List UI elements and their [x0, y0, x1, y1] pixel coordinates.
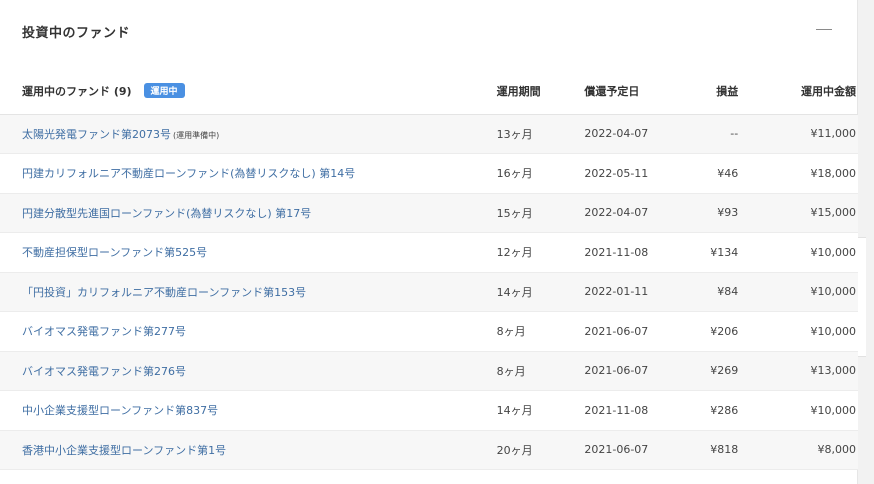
- table-row: 太陽光発電ファンド第2073号 (運用準備中) 13ヶ月 2022-04-07 -…: [0, 114, 858, 154]
- table-row: 香港中小企業支援型ローンファンド第1号 20ヶ月 2021-06-07 ¥818…: [0, 430, 858, 470]
- fund-link[interactable]: バイオマス発電ファンド第277号: [22, 325, 186, 338]
- minus-icon[interactable]: [816, 22, 834, 38]
- profit-cell: --: [683, 114, 739, 154]
- amount-cell: ¥10,000: [738, 232, 858, 273]
- date-cell: 2022-04-07: [584, 193, 684, 233]
- amount-cell: ¥10,000: [738, 311, 858, 352]
- profit-cell: ¥84: [683, 272, 739, 312]
- status-badge: 運用中: [143, 82, 185, 98]
- funds-table: 運用中のファンド (9) 運用中 運用期間 償還予定日 損益 運用中金額 太陽光発…: [0, 68, 858, 470]
- period-cell: 12ヶ月: [496, 232, 585, 273]
- amount-cell: ¥15,000: [738, 193, 858, 233]
- fund-name-cell: 中小企業支援型ローンファンド第837号: [0, 390, 497, 431]
- fund-name-cell: 円建カリフォルニア不動産ローンファンド(為替リスクなし) 第14号: [0, 153, 497, 194]
- date-cell: 2022-04-07: [584, 114, 684, 154]
- profit-cell: ¥93: [683, 193, 739, 233]
- period-cell: 8ヶ月: [496, 311, 585, 352]
- fund-name-cell: 不動産担保型ローンファンド第525号: [0, 232, 497, 273]
- header-fund-name-label: 運用中のファンド (9): [22, 84, 132, 98]
- date-cell: 2021-06-07: [584, 351, 684, 391]
- amount-cell: ¥10,000: [738, 390, 858, 431]
- adjacent-card-edge: [858, 237, 866, 357]
- period-cell: 16ヶ月: [496, 153, 585, 194]
- fund-name-cell: 香港中小企業支援型ローンファンド第1号: [0, 430, 497, 470]
- profit-cell: ¥286: [683, 390, 739, 431]
- profit-cell: ¥206: [683, 311, 739, 352]
- fund-link[interactable]: 中小企業支援型ローンファンド第837号: [22, 404, 218, 417]
- profit-cell: ¥269: [683, 351, 739, 391]
- period-cell: 14ヶ月: [496, 390, 585, 431]
- date-cell: 2022-05-11: [584, 153, 684, 194]
- date-cell: 2021-11-08: [584, 232, 684, 273]
- fund-link[interactable]: 「円投資」カリフォルニア不動産ローンファンド第153号: [22, 286, 306, 299]
- profit-cell: ¥134: [683, 232, 739, 273]
- amount-cell: ¥18,000: [738, 153, 858, 194]
- table-row: バイオマス発電ファンド第277号 8ヶ月 2021-06-07 ¥206 ¥10…: [0, 311, 858, 352]
- table-row: 円建カリフォルニア不動産ローンファンド(為替リスクなし) 第14号 16ヶ月 2…: [0, 153, 858, 194]
- fund-link[interactable]: バイオマス発電ファンド第276号: [22, 365, 186, 378]
- fund-link[interactable]: 太陽光発電ファンド第2073号: [22, 128, 171, 141]
- header-amount: 運用中金額: [738, 68, 858, 115]
- fund-link[interactable]: 香港中小企業支援型ローンファンド第1号: [22, 444, 226, 457]
- amount-cell: ¥11,000: [738, 114, 858, 154]
- period-cell: 14ヶ月: [496, 272, 585, 312]
- fund-link[interactable]: 円建カリフォルニア不動産ローンファンド(為替リスクなし) 第14号: [22, 167, 355, 180]
- table-row: 中小企業支援型ローンファンド第837号 14ヶ月 2021-11-08 ¥286…: [0, 390, 858, 431]
- profit-cell: ¥818: [683, 430, 739, 470]
- amount-cell: ¥10,000: [738, 272, 858, 312]
- fund-link[interactable]: 円建分散型先進国ローンファンド(為替リスクなし) 第17号: [22, 207, 311, 220]
- fund-name-cell: 「円投資」カリフォルニア不動産ローンファンド第153号: [0, 272, 497, 312]
- section-title: 投資中のファンド: [22, 26, 131, 41]
- period-cell: 8ヶ月: [496, 351, 585, 391]
- header-redemption-date: 償還予定日: [584, 68, 684, 115]
- fund-name-cell: バイオマス発電ファンド第277号: [0, 311, 497, 352]
- table-row: 「円投資」カリフォルニア不動産ローンファンド第153号 14ヶ月 2022-01…: [0, 272, 858, 312]
- fund-status-note: (運用準備中): [173, 130, 220, 140]
- profit-cell: ¥46: [683, 153, 739, 194]
- header-profit: 損益: [683, 68, 739, 115]
- table-header-row: 運用中のファンド (9) 運用中 運用期間 償還予定日 損益 運用中金額: [0, 68, 858, 115]
- investing-funds-panel: 投資中のファンド 運用中のファンド (9) 運用中 運用期間 償還予定日 損益 運…: [0, 0, 858, 484]
- table-row: 円建分散型先進国ローンファンド(為替リスクなし) 第17号 15ヶ月 2022-…: [0, 193, 858, 233]
- date-cell: 2021-11-08: [584, 390, 684, 431]
- period-cell: 20ヶ月: [496, 430, 585, 470]
- table-row: バイオマス発電ファンド第276号 8ヶ月 2021-06-07 ¥269 ¥13…: [0, 351, 858, 391]
- fund-name-cell: 円建分散型先進国ローンファンド(為替リスクなし) 第17号: [0, 193, 497, 233]
- fund-name-cell: 太陽光発電ファンド第2073号 (運用準備中): [0, 114, 497, 154]
- date-cell: 2022-01-11: [584, 272, 684, 312]
- amount-cell: ¥8,000: [738, 430, 858, 470]
- header-fund-name: 運用中のファンド (9) 運用中: [0, 68, 497, 115]
- period-cell: 15ヶ月: [496, 193, 585, 233]
- table-row: 不動産担保型ローンファンド第525号 12ヶ月 2021-11-08 ¥134 …: [0, 232, 858, 273]
- period-cell: 13ヶ月: [496, 114, 585, 154]
- date-cell: 2021-06-07: [584, 311, 684, 352]
- amount-cell: ¥13,000: [738, 351, 858, 391]
- date-cell: 2021-06-07: [584, 430, 684, 470]
- section-header: 投資中のファンド: [0, 0, 858, 62]
- header-period: 運用期間: [496, 68, 585, 115]
- fund-link[interactable]: 不動産担保型ローンファンド第525号: [22, 246, 207, 259]
- fund-name-cell: バイオマス発電ファンド第276号: [0, 351, 497, 391]
